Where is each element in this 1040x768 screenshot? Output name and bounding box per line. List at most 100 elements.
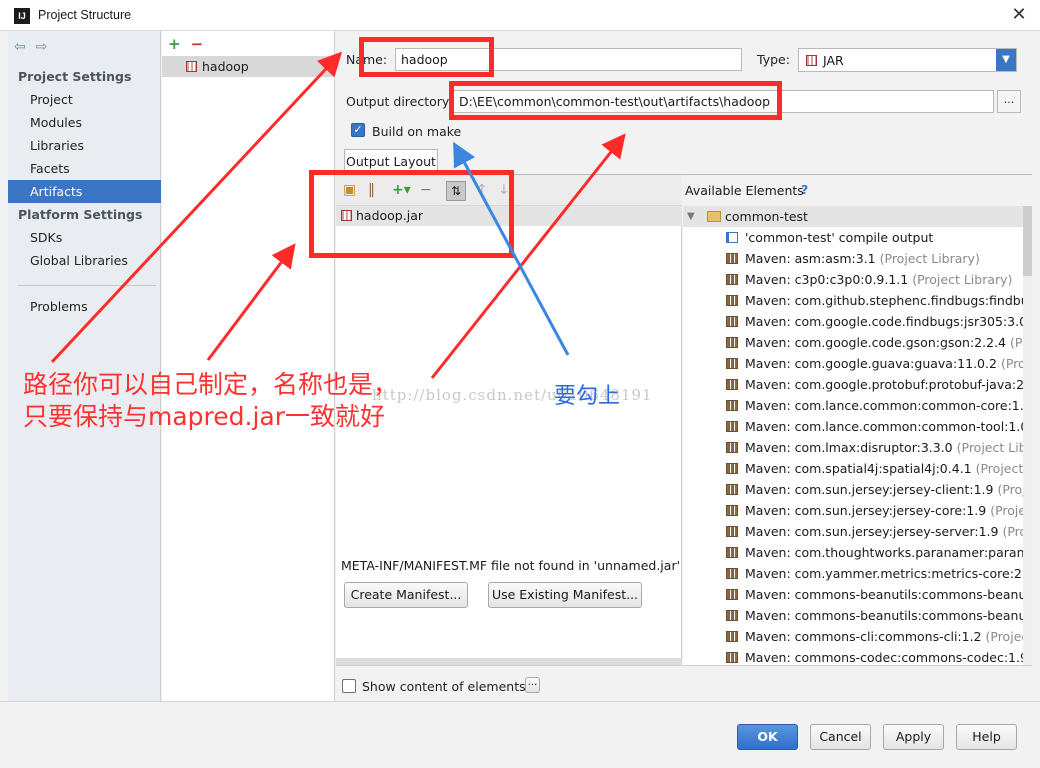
available-element-row[interactable]: Maven: com.lance.common:common-tool:1.0-…: [683, 416, 1032, 437]
library-icon: [726, 631, 738, 642]
cancel-button[interactable]: Cancel: [810, 724, 871, 750]
available-element-label: 'common-test' compile output: [745, 227, 933, 248]
tree-root-common-test[interactable]: ▼ common-test: [683, 206, 1032, 227]
layout-jar-node[interactable]: hadoop.jar: [336, 206, 682, 226]
available-element-row[interactable]: Maven: com.sun.jersey:jersey-client:1.9 …: [683, 479, 1032, 500]
add-artifact-icon[interactable]: +: [168, 35, 181, 53]
element-name: Maven: commons-codec:commons-codec:1.9: [745, 650, 1028, 665]
element-name: Maven: c3p0:c3p0:0.9.1.1: [745, 272, 909, 287]
nav-divider: [18, 285, 156, 286]
layout-toolbar: ▣ ‖ +▾ − ⇅ ↑ ↓: [336, 175, 682, 206]
available-element-row[interactable]: Maven: com.github.stephenc.findbugs:find…: [683, 290, 1032, 311]
new-folder-icon[interactable]: ▣: [343, 183, 356, 198]
add-library-icon[interactable]: ‖: [368, 183, 375, 198]
add-element-icon[interactable]: +▾: [392, 183, 411, 198]
available-element-label: Maven: asm:asm:3.1 (Project Library): [745, 248, 980, 269]
use-existing-manifest-button[interactable]: Use Existing Manifest...: [488, 582, 642, 608]
history-arrows: ⇦ ⇨: [14, 39, 57, 55]
output-directory-field[interactable]: D:\EE\common\common-test\out\artifacts\h…: [453, 90, 994, 113]
library-icon: [726, 274, 738, 285]
element-name: Maven: com.sun.jersey:jersey-core:1.9: [745, 503, 987, 518]
element-tag: (Project Library): [956, 440, 1032, 455]
available-element-row[interactable]: Maven: com.sun.jersey:jersey-core:1.9 (P…: [683, 500, 1032, 521]
create-manifest-button[interactable]: Create Manifest...: [344, 582, 468, 608]
move-down-icon[interactable]: ↓: [498, 183, 510, 198]
available-element-row[interactable]: Maven: com.google.code.findbugs:jsr305:3…: [683, 311, 1032, 332]
available-element-row[interactable]: Maven: commons-cli:commons-cli:1.2 (Proj…: [683, 626, 1032, 647]
nav-item-facets[interactable]: Facets: [8, 157, 161, 180]
available-element-row[interactable]: Maven: commons-beanutils:commons-beanuti…: [683, 584, 1032, 605]
element-name: Maven: com.yammer.metrics:metrics-core:2…: [745, 566, 1032, 581]
nav-item-problems[interactable]: Problems: [8, 295, 161, 318]
arrow-left-icon[interactable]: ⇦: [14, 39, 26, 55]
remove-element-icon[interactable]: −: [420, 183, 432, 198]
available-element-row[interactable]: Maven: com.sun.jersey:jersey-server:1.9 …: [683, 521, 1032, 542]
available-element-label: Maven: com.thoughtworks.paranamer:parana…: [745, 542, 1032, 563]
platform-settings-header: Platform Settings: [18, 207, 143, 222]
available-element-label: Maven: com.yammer.metrics:metrics-core:2…: [745, 563, 1032, 584]
show-content-more-button[interactable]: ...: [525, 677, 540, 693]
available-element-row[interactable]: Maven: com.google.guava:guava:11.0.2 (Pr…: [683, 353, 1032, 374]
available-element-row[interactable]: Maven: commons-beanutils:commons-beanuti…: [683, 605, 1032, 626]
jar-icon: [341, 210, 352, 221]
move-up-icon[interactable]: ↑: [476, 183, 488, 198]
show-content-checkbox[interactable]: [342, 679, 356, 693]
available-element-label: Maven: commons-beanutils:commons-beanuti…: [745, 605, 1032, 626]
help-button[interactable]: Help: [956, 724, 1017, 750]
element-name: 'common-test' compile output: [745, 230, 934, 245]
available-element-row[interactable]: 'common-test' compile output: [683, 227, 1032, 248]
available-elements-title: Available Elements: [685, 183, 804, 198]
nav-item-modules[interactable]: Modules: [8, 111, 161, 134]
available-element-row[interactable]: Maven: c3p0:c3p0:0.9.1.1 (Project Librar…: [683, 269, 1032, 290]
tab-output-layout[interactable]: Output Layout: [344, 149, 438, 174]
available-element-label: Maven: com.sun.jersey:jersey-core:1.9 (P…: [745, 500, 1032, 521]
vertical-scrollbar[interactable]: [1023, 206, 1032, 665]
available-element-label: Maven: com.github.stephenc.findbugs:find…: [745, 290, 1032, 311]
available-element-row[interactable]: Maven: commons-codec:commons-codec:1.9 (…: [683, 647, 1032, 665]
available-element-row[interactable]: Maven: com.lmax:disruptor:3.3.0 (Project…: [683, 437, 1032, 458]
horizontal-scrollbar[interactable]: [336, 658, 682, 665]
available-element-row[interactable]: Maven: com.thoughtworks.paranamer:parana…: [683, 542, 1032, 563]
available-element-row[interactable]: Maven: com.spatial4j:spatial4j:0.4.1 (Pr…: [683, 458, 1032, 479]
scrollbar-thumb[interactable]: [1023, 206, 1032, 276]
available-element-label: Maven: com.lance.common:common-tool:1.0-…: [745, 416, 1032, 437]
element-name: Maven: com.google.protobuf:protobuf-java…: [745, 377, 1032, 392]
ok-button[interactable]: OK: [737, 724, 798, 750]
available-element-label: Maven: commons-beanutils:commons-beanuti…: [745, 584, 1032, 605]
artifact-item-hadoop[interactable]: hadoop: [162, 56, 335, 77]
available-elements-panel: Available Elements ? ▼ common-test 'comm…: [683, 175, 1032, 665]
remove-artifact-icon[interactable]: −: [191, 35, 204, 53]
browse-button[interactable]: ...: [997, 90, 1021, 113]
available-element-row[interactable]: Maven: com.lance.common:common-core:1.0-…: [683, 395, 1032, 416]
build-on-make-checkbox[interactable]: ✓: [351, 123, 365, 137]
nav-item-sdks[interactable]: SDKs: [8, 226, 161, 249]
sort-icon[interactable]: ⇅: [446, 181, 466, 201]
artifact-list-toolbar: + −: [168, 35, 203, 53]
nav-item-artifacts[interactable]: Artifacts: [8, 180, 161, 203]
chevron-down-icon[interactable]: ▼: [996, 49, 1016, 71]
nav-item-global-libraries[interactable]: Global Libraries: [8, 249, 161, 272]
available-element-row[interactable]: Maven: com.google.code.gson:gson:2.2.4 (…: [683, 332, 1032, 353]
collapse-triangle-icon[interactable]: ▼: [687, 206, 695, 227]
apply-button[interactable]: Apply: [883, 724, 944, 750]
element-tag: (Project Library): [912, 272, 1013, 287]
name-field[interactable]: hadoop: [395, 48, 742, 71]
window-title: Project Structure: [38, 8, 132, 22]
help-icon[interactable]: ?: [801, 182, 808, 197]
arrow-right-icon[interactable]: ⇨: [36, 39, 48, 55]
close-icon[interactable]: ✕: [1007, 3, 1031, 27]
available-element-label: Maven: com.spatial4j:spatial4j:0.4.1 (Pr…: [745, 458, 1032, 479]
available-element-label: Maven: commons-cli:commons-cli:1.2 (Proj…: [745, 626, 1032, 647]
element-name: Maven: com.lance.common:common-tool:1.0-…: [745, 419, 1032, 434]
nav-item-libraries[interactable]: Libraries: [8, 134, 161, 157]
library-icon: [726, 568, 738, 579]
type-select[interactable]: JAR ▼: [798, 48, 1017, 72]
nav-item-project[interactable]: Project: [8, 88, 161, 111]
available-element-row[interactable]: Maven: com.google.protobuf:protobuf-java…: [683, 374, 1032, 395]
element-name: Maven: commons-beanutils:commons-beanuti…: [745, 587, 1032, 602]
available-element-row[interactable]: Maven: asm:asm:3.1 (Project Library): [683, 248, 1032, 269]
intellij-app-icon: IJ: [14, 8, 30, 24]
available-element-row[interactable]: Maven: com.yammer.metrics:metrics-core:2…: [683, 563, 1032, 584]
project-settings-header: Project Settings: [18, 69, 132, 84]
element-name: Maven: com.spatial4j:spatial4j:0.4.1: [745, 461, 972, 476]
